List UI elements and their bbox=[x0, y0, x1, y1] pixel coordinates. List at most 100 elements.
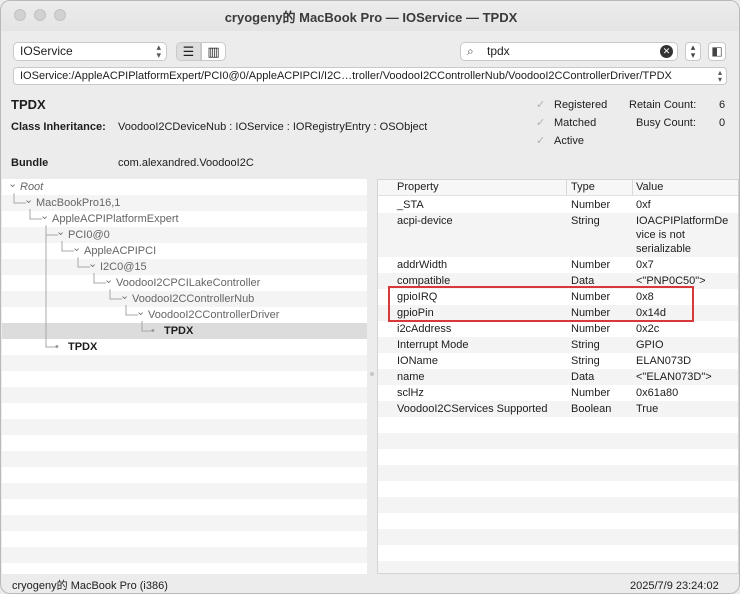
search-input[interactable]: tpdx bbox=[487, 43, 510, 60]
bundle-label: Bundle bbox=[11, 157, 49, 169]
empty-row bbox=[378, 417, 738, 433]
disclosure-chevron-icon[interactable]: ⌄ bbox=[120, 288, 129, 304]
status-timestamp: 2025/7/9 23:24:02 bbox=[630, 580, 719, 592]
properties-table[interactable]: Property Type Value _STA Number 0xf acpi-de… bbox=[377, 179, 739, 574]
app-window: cryogeny的 MacBook Pro — IOService — TPDX… bbox=[0, 0, 740, 594]
inspector-toggle-button[interactable]: ◧ bbox=[708, 42, 726, 61]
chevron-updown-icon: ▴ ▾ bbox=[156, 42, 161, 60]
title-bar: cryogeny的 MacBook Pro — IOService — TPDX bbox=[1, 1, 739, 31]
empty-row bbox=[378, 513, 738, 529]
property-type: Number bbox=[571, 387, 611, 399]
column-header-value[interactable]: Value bbox=[636, 180, 663, 195]
property-name: IOName bbox=[397, 355, 438, 367]
busy-count-label: Busy Count: bbox=[636, 117, 696, 129]
tree-node-label[interactable]: VoodooI2CPCILakeController bbox=[116, 275, 260, 291]
property-name: Interrupt Mode bbox=[397, 339, 469, 351]
column-view-button[interactable]: ▥ bbox=[201, 42, 226, 61]
busy-count-value: 0 bbox=[719, 117, 726, 129]
pane-splitter[interactable] bbox=[367, 179, 377, 574]
empty-row bbox=[378, 433, 738, 449]
column-divider[interactable] bbox=[632, 180, 633, 196]
matched-label: Matched bbox=[554, 117, 597, 129]
empty-row bbox=[378, 465, 738, 481]
tree-node-label[interactable]: AppleACPIPlatformExpert bbox=[52, 211, 179, 227]
property-row[interactable]: VoodooI2CServices Supported Boolean True bbox=[378, 401, 738, 417]
retain-count-value: 6 bbox=[719, 99, 726, 111]
active-checkbox: ✓ bbox=[536, 135, 546, 147]
registered-checkbox: ✓ bbox=[536, 99, 546, 111]
tree-node-label[interactable]: TPDX bbox=[68, 339, 97, 355]
tree-node-label[interactable]: VoodooI2CControllerNub bbox=[132, 291, 254, 307]
splitter-grip-icon bbox=[370, 372, 374, 376]
column-divider[interactable] bbox=[566, 180, 567, 196]
search-options-stepper[interactable]: ▴ ▾ bbox=[685, 42, 701, 61]
plane-select[interactable]: IOService ▴ ▾ bbox=[13, 42, 167, 61]
disclosure-chevron-icon[interactable]: ⌄ bbox=[56, 224, 65, 240]
property-value: IOACPIPlatformDe vice is not serializabl… bbox=[636, 215, 729, 255]
property-row[interactable]: _STA Number 0xf bbox=[378, 197, 738, 213]
sidebar-icon: ◧ bbox=[711, 44, 723, 58]
status-bar: cryogeny的 MacBook Pro (i386) 2025/7/9 23… bbox=[1, 577, 739, 593]
property-row[interactable]: addrWidth Number 0x7 bbox=[378, 257, 738, 273]
property-name: addrWidth bbox=[397, 259, 448, 271]
columns-icon: ▥ bbox=[207, 44, 220, 59]
leaf-dot-icon: • bbox=[151, 325, 155, 337]
leaf-dot-icon: • bbox=[55, 341, 59, 353]
clear-search-icon[interactable]: ✕ bbox=[660, 45, 673, 58]
property-name: _STA bbox=[397, 199, 424, 211]
search-icon: ⌕ bbox=[467, 44, 474, 58]
registry-tree[interactable]: ⌄ Root ⌄ MacBookPro16,1 ⌄ AppleACPIPlatformEx… bbox=[2, 179, 367, 574]
registered-label: Registered bbox=[554, 99, 608, 111]
property-name: VoodooI2CServices Supported bbox=[397, 403, 548, 415]
column-header-property[interactable]: Property bbox=[397, 180, 439, 195]
disclosure-chevron-icon[interactable]: ⌄ bbox=[72, 240, 81, 256]
object-name: TPDX bbox=[11, 97, 46, 112]
property-name: acpi-device bbox=[397, 215, 453, 227]
property-row[interactable]: i2cAddress Number 0x2c bbox=[378, 321, 738, 337]
property-value: True bbox=[636, 403, 659, 415]
property-type: String bbox=[571, 355, 600, 367]
property-row[interactable]: Interrupt Mode String GPIO bbox=[378, 337, 738, 353]
property-name: name bbox=[397, 371, 425, 383]
bundle-value: com.alexandred.VoodooI2C bbox=[118, 157, 254, 169]
highlight-annotation-box bbox=[388, 286, 694, 322]
property-value: 0x61a80 bbox=[636, 387, 679, 399]
disclosure-chevron-icon[interactable]: ⌄ bbox=[88, 256, 97, 272]
property-row[interactable]: acpi-device String IOACPIPlatformDe vice i… bbox=[378, 213, 738, 257]
disclosure-chevron-icon[interactable]: ⌄ bbox=[104, 272, 113, 288]
property-name: sclHz bbox=[397, 387, 424, 399]
tree-connector-line bbox=[45, 225, 58, 348]
search-field[interactable]: ⌕ tpdx ✕ bbox=[460, 42, 678, 61]
disclosure-chevron-icon[interactable]: ⌄ bbox=[24, 192, 33, 208]
path-select[interactable]: IOService:/AppleACPIPlatformExpert/PCI0@… bbox=[13, 67, 727, 85]
property-row[interactable]: sclHz Number 0x61a80 bbox=[378, 385, 738, 401]
list-icon: ☰ bbox=[182, 44, 195, 59]
status-machine: cryogeny的 MacBook Pro (i386) bbox=[12, 580, 168, 592]
class-inheritance-value: VoodooI2CDeviceNub : IOService : IORegis… bbox=[118, 121, 428, 133]
property-type: Data bbox=[571, 371, 595, 383]
active-label: Active bbox=[554, 135, 584, 147]
property-value: 0xf bbox=[636, 199, 651, 211]
disclosure-chevron-icon[interactable]: ⌄ bbox=[8, 179, 17, 192]
tree-node-label[interactable]: TPDX bbox=[164, 323, 193, 339]
empty-row bbox=[378, 481, 738, 497]
class-inheritance-label: Class Inheritance: bbox=[11, 121, 106, 133]
table-header: Property Type Value bbox=[378, 180, 738, 196]
disclosure-chevron-icon[interactable]: ⌄ bbox=[40, 208, 49, 224]
property-type: Number bbox=[571, 259, 611, 271]
property-value: 0x7 bbox=[636, 259, 654, 271]
empty-row bbox=[378, 449, 738, 465]
window-title: cryogeny的 MacBook Pro — IOService — TPDX bbox=[224, 10, 518, 25]
empty-row bbox=[378, 497, 738, 513]
disclosure-chevron-icon[interactable]: ⌄ bbox=[136, 304, 145, 320]
property-row[interactable]: name Data <"ELAN073D"> bbox=[378, 369, 738, 385]
column-header-type[interactable]: Type bbox=[571, 180, 595, 195]
matched-checkbox: ✓ bbox=[536, 117, 546, 129]
tree-node-label[interactable]: VoodooI2CControllerDriver bbox=[148, 307, 279, 323]
property-value: <"ELAN073D"> bbox=[636, 371, 712, 383]
list-view-button[interactable]: ☰ bbox=[176, 42, 201, 61]
chevron-updown-icon: ▴ ▾ bbox=[717, 68, 722, 84]
property-row[interactable]: IOName String ELAN073D bbox=[378, 353, 738, 369]
property-value: GPIO bbox=[636, 339, 664, 351]
toolbar: IOService ▴ ▾ ☰ ▥ ⌕ tpdx ✕ ▴ ▾ ◧ bbox=[1, 31, 739, 67]
